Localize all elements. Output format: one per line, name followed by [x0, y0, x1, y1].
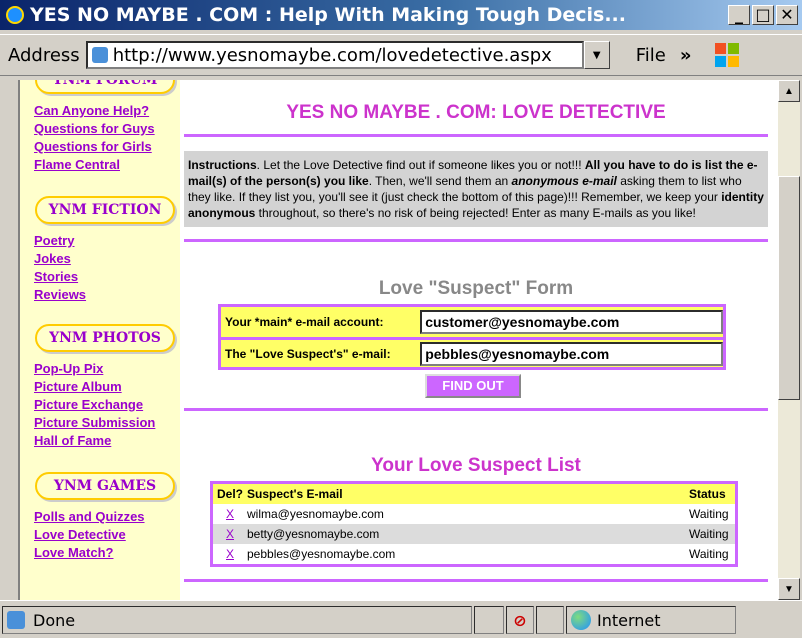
file-menu[interactable]: File — [636, 45, 666, 66]
address-toolbar: Address http://www.yesnomaybe.com/lovede… — [0, 34, 802, 76]
ie-icon — [6, 6, 24, 24]
suspect-email: pebbles@yesnomaybe.com — [247, 547, 396, 561]
delete-link[interactable]: X — [226, 507, 234, 521]
nav-heading-games: YNM GAMES — [35, 472, 175, 500]
window-title: YES NO MAYBE . COM : Help With Making To… — [30, 4, 626, 26]
nav-link-questions-for-guys[interactable]: Questions for Guys — [34, 120, 180, 138]
nav-link-questions-for-girls[interactable]: Questions for Girls — [34, 138, 180, 156]
table-row: X pebbles@yesnomaybe.com Waiting — [213, 544, 735, 564]
nav-link-can-anyone-help[interactable]: Can Anyone Help? — [34, 102, 180, 120]
suspect-status: Waiting — [689, 527, 729, 541]
suspect-status: Waiting — [689, 507, 729, 521]
nav-link-poetry[interactable]: Poetry — [34, 232, 180, 250]
nav-heading-fiction: YNM FICTION — [35, 196, 175, 224]
instructions-label: Instructions — [188, 158, 257, 172]
zone-label: Internet — [597, 610, 661, 630]
page-icon — [7, 611, 25, 629]
find-out-button[interactable]: FIND OUT — [425, 374, 521, 398]
instructions-text-4: anonymous e-mail — [511, 174, 617, 188]
status-cell — [474, 606, 504, 634]
address-label: Address — [8, 44, 80, 66]
divider — [184, 408, 768, 411]
status-column-header: Status — [689, 487, 726, 501]
instructions-text-1: . Let the Love Detective find out if som… — [256, 158, 585, 172]
maximize-button[interactable]: □ — [752, 5, 774, 25]
suspect-email-label: The "Love Suspect's" e-mail: — [225, 346, 391, 361]
nav-link-polls-and-quizzes[interactable]: Polls and Quizzes — [34, 508, 180, 526]
zone-panel: Internet — [566, 606, 736, 634]
nav-heading-photos: YNM PHOTOS — [35, 324, 175, 352]
instructions-box: Instructions. Let the Love Detective fin… — [184, 151, 768, 227]
page-icon — [91, 47, 108, 63]
scroll-down-button[interactable]: ▼ — [778, 578, 800, 600]
suspect-email: betty@yesnomaybe.com — [247, 527, 380, 541]
divider — [184, 239, 768, 242]
status-bar: Done ⊘ Internet — [0, 604, 802, 636]
instructions-text-7: throughout, so there's no risk of being … — [255, 206, 696, 220]
vertical-scrollbar[interactable]: ▲ ▼ — [778, 80, 800, 600]
delete-link[interactable]: X — [226, 527, 234, 541]
scroll-up-button[interactable]: ▲ — [778, 80, 800, 102]
status-done-panel: Done — [2, 606, 472, 634]
suspect-email-field[interactable]: pebbles@yesnomaybe.com — [420, 341, 723, 366]
popup-blocked-icon[interactable]: ⊘ — [506, 606, 534, 634]
del-column-header: Del? — [216, 487, 243, 501]
address-url: http://www.yesnomaybe.com/lovedetective.… — [112, 44, 552, 66]
status-cell — [536, 606, 564, 634]
nav-link-love-match[interactable]: Love Match? — [34, 544, 180, 562]
page-viewport: YNM FORUM Can Anyone Help? Questions for… — [18, 80, 778, 600]
title-bar: YES NO MAYBE . COM : Help With Making To… — [0, 0, 802, 30]
chevron-icon[interactable]: » — [680, 45, 692, 66]
nav-link-reviews[interactable]: Reviews — [34, 286, 180, 304]
nav-link-picture-album[interactable]: Picture Album — [34, 378, 180, 396]
main-email-label: Your *main* e-mail account: — [225, 315, 384, 329]
divider — [184, 579, 768, 582]
nav-link-jokes[interactable]: Jokes — [34, 250, 180, 268]
windows-logo-icon — [715, 43, 740, 67]
suspect-status: Waiting — [689, 547, 729, 561]
table-header: Del? Suspect's E-mail Status — [213, 484, 735, 504]
suspect-list-table: Del? Suspect's E-mail Status X wilma@yes… — [210, 481, 738, 567]
nav-link-flame-central[interactable]: Flame Central — [34, 156, 180, 174]
email-column-header: Suspect's E-mail — [247, 487, 343, 501]
instructions-text-3: . Then, we'll send them an — [368, 174, 512, 188]
nav-heading-forum: YNM FORUM — [35, 80, 175, 94]
globe-icon — [571, 610, 591, 630]
main-email-field[interactable]: customer@yesnomaybe.com — [420, 310, 723, 334]
close-button[interactable]: ✕ — [776, 5, 798, 25]
nav-link-stories[interactable]: Stories — [34, 268, 180, 286]
nav-link-hall-of-fame[interactable]: Hall of Fame — [34, 432, 180, 450]
table-row: X wilma@yesnomaybe.com Waiting — [213, 504, 735, 524]
divider — [184, 134, 768, 137]
nav-link-picture-exchange[interactable]: Picture Exchange — [34, 396, 180, 414]
nav-link-picture-submission[interactable]: Picture Submission — [34, 414, 180, 432]
scroll-thumb[interactable] — [778, 176, 800, 400]
status-text: Done — [33, 610, 76, 630]
sidebar: YNM FORUM Can Anyone Help? Questions for… — [20, 80, 180, 600]
suspect-email: wilma@yesnomaybe.com — [247, 507, 384, 521]
nav-link-pop-up-pix[interactable]: Pop-Up Pix — [34, 360, 180, 378]
delete-link[interactable]: X — [226, 547, 234, 561]
address-dropdown-button[interactable]: ▼ — [583, 41, 610, 69]
suspect-form: Your *main* e-mail account: customer@yes… — [218, 304, 726, 370]
nav-link-love-detective[interactable]: Love Detective — [34, 526, 180, 544]
suspect-list-title: Your Love Suspect List — [371, 455, 581, 476]
main-content: YES NO MAYBE . COM: LOVE DETECTIVE Instr… — [180, 80, 772, 600]
address-input[interactable]: http://www.yesnomaybe.com/lovedetective.… — [85, 41, 610, 69]
minimize-button[interactable]: _ — [728, 5, 750, 25]
page-title: YES NO MAYBE . COM: LOVE DETECTIVE — [286, 102, 666, 123]
table-row: X betty@yesnomaybe.com Waiting — [213, 524, 735, 544]
form-title: Love "Suspect" Form — [378, 278, 574, 299]
